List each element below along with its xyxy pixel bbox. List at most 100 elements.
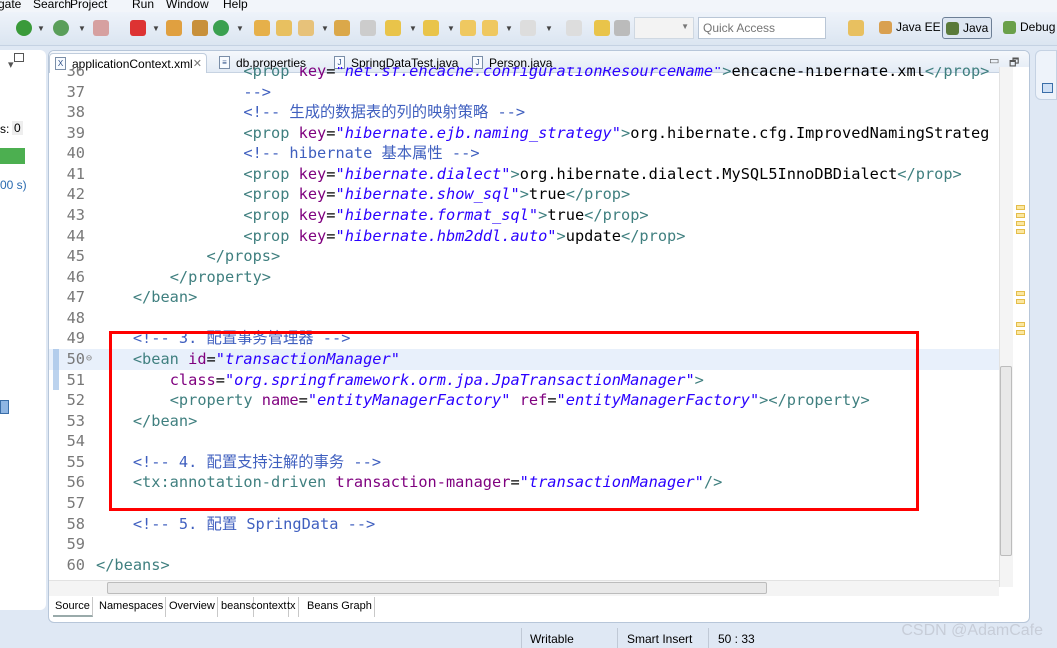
warning-marker[interactable]: [1016, 330, 1025, 335]
count-value: 0: [12, 121, 23, 135]
code-line[interactable]: 39 <prop key="hibernate.ejb.naming_strat…: [49, 123, 999, 144]
horizontal-scroll-thumb[interactable]: [107, 582, 767, 594]
token-tag: <prop: [96, 67, 299, 80]
tab-context[interactable]: context: [249, 597, 290, 617]
pin-editor-icon[interactable]: [566, 20, 582, 36]
line-number: 47: [66, 288, 85, 307]
tab-beans-graph[interactable]: Beans Graph: [305, 597, 375, 617]
code-line[interactable]: 60 </beans>: [49, 555, 999, 576]
left-panel: ▾ s: 0 00 s): [0, 50, 46, 610]
warning-marker[interactable]: [1016, 322, 1025, 327]
new-class-icon[interactable]: [213, 20, 229, 36]
warning-marker[interactable]: [1016, 221, 1025, 226]
minimize-icon[interactable]: ▭: [989, 54, 999, 67]
menu-help[interactable]: Help: [223, 0, 248, 11]
menu-project[interactable]: Project: [70, 0, 107, 11]
fold-collapse-icon[interactable]: ⊖: [86, 349, 92, 370]
tab-namespaces[interactable]: Namespaces: [97, 597, 167, 617]
line-number: 57: [66, 493, 85, 512]
code-line[interactable]: 36 <prop key="net.sf.ehcache.configurati…: [49, 67, 999, 82]
view-menu-icon[interactable]: ▾: [8, 58, 14, 71]
grid-icon[interactable]: [614, 20, 630, 36]
code-line[interactable]: 58 <!-- 5. 配置 SpringData -->: [49, 514, 999, 535]
code-line[interactable]: 43 <prop key="hibernate.format_sql">true…: [49, 205, 999, 226]
token-value: "hibernate.format_sql": [335, 205, 539, 224]
line-number: 50: [66, 349, 85, 368]
tab-overview[interactable]: Overview: [167, 597, 218, 617]
warning-marker[interactable]: [1016, 299, 1025, 304]
perspective-debug[interactable]: Debug: [1000, 17, 1057, 39]
tab-tx[interactable]: tx: [285, 597, 299, 617]
code-line[interactable]: 59: [49, 534, 999, 555]
code-line[interactable]: 45 </props>: [49, 246, 999, 267]
outline-icon[interactable]: [1042, 83, 1053, 93]
code-line[interactable]: 41 <prop key="hibernate.dialect">org.hib…: [49, 164, 999, 185]
code-line[interactable]: 37 -->: [49, 82, 999, 103]
menu-run[interactable]: Run: [132, 0, 154, 11]
next-annotation-icon[interactable]: [385, 20, 401, 36]
code-line[interactable]: 42 <prop key="hibernate.show_sql">true</…: [49, 184, 999, 205]
layout-toggle-icon[interactable]: [0, 400, 9, 414]
token-text: true: [528, 185, 566, 204]
new-package-icon[interactable]: [192, 20, 208, 36]
pen-dropdown-icon[interactable]: ▼: [321, 24, 329, 33]
menu-search[interactable]: Search: [33, 0, 71, 11]
open-perspective-icon[interactable]: [848, 20, 864, 36]
open-folder-icon[interactable]: [276, 20, 292, 36]
run-coverage-icon[interactable]: [53, 20, 69, 36]
quick-access-input[interactable]: [698, 17, 826, 39]
code-line[interactable]: 48: [49, 308, 999, 329]
brush-icon[interactable]: [594, 20, 610, 36]
warning-marker[interactable]: [1016, 229, 1025, 234]
code-line[interactable]: 40 <!-- hibernate 基本属性 -->: [49, 143, 999, 164]
external-tools-dropdown-icon[interactable]: ▼: [152, 24, 160, 33]
code-line[interactable]: 44 <prop key="hibernate.hbm2ddl.auto">up…: [49, 226, 999, 247]
perspective-java[interactable]: Java: [942, 17, 993, 39]
warning-marker[interactable]: [1016, 205, 1025, 210]
previous-annotation-dropdown-icon[interactable]: ▼: [447, 24, 455, 33]
menu-gate[interactable]: gate: [0, 0, 21, 11]
maximize-icon[interactable]: [14, 53, 24, 62]
back-dropdown-icon[interactable]: ▼: [505, 24, 513, 33]
next-annotation-dropdown-icon[interactable]: ▼: [409, 24, 417, 33]
line-source: <!-- hibernate 基本属性 -->: [96, 143, 479, 164]
token-text: true: [547, 205, 585, 224]
new-class-dropdown-icon[interactable]: ▼: [236, 24, 244, 33]
code-line[interactable]: 46 </property>: [49, 267, 999, 288]
line-source: </bean>: [96, 287, 197, 308]
open-task-icon[interactable]: [334, 20, 350, 36]
overview-ruler[interactable]: [1013, 67, 1029, 587]
line-number: 36: [66, 67, 85, 80]
line-number: 40: [66, 144, 85, 163]
warning-marker[interactable]: [1016, 213, 1025, 218]
perspective-java-ee[interactable]: Java EE: [876, 17, 944, 39]
stop-icon[interactable]: [93, 20, 109, 36]
run-dropdown-icon[interactable]: ▼: [37, 24, 45, 33]
toolbar-combo[interactable]: ▼: [634, 17, 694, 39]
menu-window[interactable]: Window: [166, 0, 209, 11]
token-text: ehcache-hibernate.xml: [731, 67, 925, 80]
back-icon[interactable]: [482, 20, 498, 36]
previous-annotation-icon[interactable]: [423, 20, 439, 36]
coverage-dropdown-icon[interactable]: ▼: [78, 24, 86, 33]
new-server-icon[interactable]: [166, 20, 182, 36]
line-number: 56: [66, 473, 85, 492]
code-line[interactable]: 38 <!-- 生成的数据表的列的映射策略 -->: [49, 102, 999, 123]
code-line[interactable]: 47 </bean>: [49, 287, 999, 308]
line-source: </beans>: [96, 555, 170, 576]
forward-dropdown-icon[interactable]: ▼: [545, 24, 553, 33]
last-edit-icon[interactable]: [460, 20, 476, 36]
vertical-scroll-thumb[interactable]: [1000, 366, 1012, 556]
forward-icon[interactable]: [520, 20, 536, 36]
open-type-icon[interactable]: [254, 20, 270, 36]
token-comment: <!-- 5. 配置 SpringData -->: [96, 514, 376, 533]
xml-editor: XapplicationContext.xml ✕ ≡ db.properties J S…: [48, 50, 1030, 623]
token-value: "hibernate.ejb.naming_strategy": [335, 123, 621, 142]
writable-status: Writable: [530, 632, 574, 646]
toggle-mark-icon[interactable]: [360, 20, 376, 36]
run-icon[interactable]: [16, 20, 32, 36]
pen-icon[interactable]: [298, 20, 314, 36]
warning-marker[interactable]: [1016, 291, 1025, 296]
tab-source[interactable]: Source: [53, 597, 93, 617]
external-tools-icon[interactable]: [130, 20, 146, 36]
